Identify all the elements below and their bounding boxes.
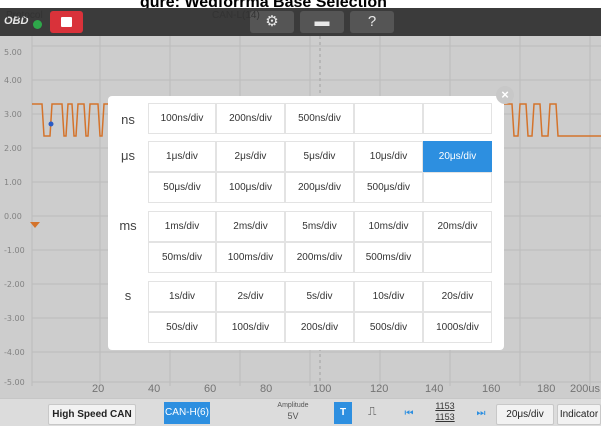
timebase-option-200s[interactable]: 200s/div	[285, 312, 354, 343]
timebase-option-100us[interactable]: 100μs/div	[216, 172, 285, 203]
amplitude-control[interactable]: Amplitude 5V	[273, 401, 313, 421]
gear-icon: ⚙	[265, 13, 279, 30]
timebase-option-500s[interactable]: 500s/div	[354, 312, 423, 343]
timebase-option-100ms[interactable]: 100ms/div	[216, 242, 285, 273]
timebase-option-50us[interactable]: 50μs/div	[148, 172, 216, 203]
close-icon: ×	[501, 87, 509, 102]
timebase-option-empty	[354, 103, 423, 134]
timebase-option-empty	[423, 103, 492, 134]
timebase-option-1000s[interactable]: 1000s/div	[423, 312, 492, 343]
timebase-select[interactable]: 20μs/div	[496, 404, 554, 425]
protocol-label: Protocol	[6, 10, 43, 21]
timebase-option-10us[interactable]: 10μs/div	[354, 141, 423, 172]
help-button[interactable]: ?	[350, 11, 394, 33]
amplitude-value: 5V	[287, 411, 299, 421]
timebase-option-200us[interactable]: 200μs/div	[285, 172, 354, 203]
save-folder-button[interactable]: ▬	[300, 11, 344, 33]
frame-total: 1153	[435, 412, 455, 422]
timebase-option-empty	[423, 172, 492, 203]
timebase-option-1us[interactable]: 1μs/div	[148, 141, 216, 172]
timebase-option-10s[interactable]: 10s/div	[354, 281, 423, 312]
stop-button[interactable]	[50, 11, 83, 33]
timebase-option-200ms[interactable]: 200ms/div	[285, 242, 354, 273]
group-label-ns: ns	[121, 112, 135, 127]
timebase-option-500ns[interactable]: 500ns/div	[285, 103, 354, 134]
can-l-channel-button[interactable]: CAN-L(14)	[212, 10, 260, 21]
frame-current: 1153	[435, 401, 455, 411]
timebase-option-1s[interactable]: 1s/div	[148, 281, 216, 312]
timebase-option-20ms[interactable]: 20ms/div	[423, 211, 492, 242]
timebase-option-100s[interactable]: 100s/div	[216, 312, 285, 343]
timebase-option-20us-selected[interactable]: 20μs/div	[423, 141, 492, 172]
timebase-option-50s[interactable]: 50s/div	[148, 312, 216, 343]
can-h-channel-button[interactable]: CAN-H(6)	[164, 402, 210, 424]
group-label-s: s	[124, 288, 132, 303]
trigger-button[interactable]: T	[334, 402, 352, 424]
timebase-option-1ms[interactable]: 1ms/div	[148, 211, 216, 242]
timebase-option-500ms[interactable]: 500ms/div	[354, 242, 423, 273]
folder-icon: ▬	[314, 13, 330, 30]
prev-frame-icon[interactable]: ⏮	[400, 404, 418, 423]
help-icon: ?	[367, 13, 377, 30]
timebase-option-10ms[interactable]: 10ms/div	[354, 211, 423, 242]
timebase-option-50ms[interactable]: 50ms/div	[148, 242, 216, 273]
connection-status-icon	[33, 20, 42, 29]
group-label-ms: ms	[119, 218, 137, 233]
indicator-button[interactable]: Indicator	[557, 404, 601, 425]
stop-icon	[61, 17, 72, 27]
edge-trigger-icon[interactable]: ⎍	[368, 404, 376, 419]
group-label-us: μs	[121, 148, 135, 163]
timebase-option-500us[interactable]: 500μs/div	[354, 172, 423, 203]
timebase-option-200ns[interactable]: 200ns/div	[216, 103, 285, 134]
timebase-option-5ms[interactable]: 5ms/div	[285, 211, 354, 242]
amplitude-label: Amplitude	[277, 402, 309, 409]
timebase-option-empty	[423, 242, 492, 273]
next-frame-icon[interactable]: ⏭	[472, 404, 490, 423]
timebase-option-2s[interactable]: 2s/div	[216, 281, 285, 312]
timebase-option-2us[interactable]: 2μs/div	[216, 141, 285, 172]
timebase-option-100ns[interactable]: 100ns/div	[148, 103, 216, 134]
timebase-option-20s[interactable]: 20s/div	[423, 281, 492, 312]
protocol-select[interactable]: High Speed CAN	[48, 404, 136, 425]
timebase-option-5s[interactable]: 5s/div	[285, 281, 354, 312]
timebase-option-2ms[interactable]: 2ms/div	[216, 211, 285, 242]
timebase-option-5us[interactable]: 5μs/div	[285, 141, 354, 172]
frame-counter: 1153 1153	[430, 401, 460, 423]
close-dialog-button[interactable]: ×	[496, 86, 514, 104]
